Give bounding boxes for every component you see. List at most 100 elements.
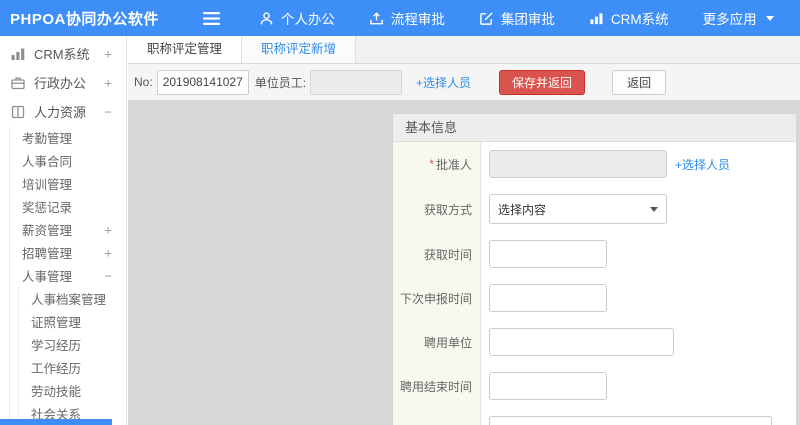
- sidebar-item-labor-skills[interactable]: 劳动技能: [19, 379, 126, 402]
- employee-label: 单位员工:: [254, 75, 307, 90]
- sidebar-item-personnel-files[interactable]: 人事档案管理: [19, 287, 126, 310]
- form-row-employ-end-time: 聘用结束时间: [393, 364, 796, 408]
- collapse-toggle-icon[interactable]: −: [104, 104, 112, 119]
- sidebar-item-salary[interactable]: 薪资管理 +: [10, 218, 126, 241]
- sidebar-item-recruitment[interactable]: 招聘管理 +: [10, 241, 126, 264]
- sidebar-item-label: 招聘管理: [22, 247, 73, 261]
- field-label: 批准人: [435, 157, 472, 172]
- acquire-method-label: 获取方式: [393, 186, 481, 232]
- sidebar-item-label: 人力资源: [34, 105, 87, 120]
- sidebar-item-label: 劳动技能: [31, 385, 82, 399]
- nav-item-label: 个人办公: [280, 12, 335, 27]
- field-label: 聘用结束时间: [399, 379, 472, 394]
- edit-square-icon: [479, 11, 494, 26]
- form-panel: 基本信息 * 批准人 +选择人员 获取方式 选择内容 获取时间 下次申报时间 聘…: [392, 113, 797, 425]
- nav-item-group-approval[interactable]: 集团审批: [462, 0, 572, 36]
- field-label: 下次申报时间: [399, 291, 472, 306]
- save-and-return-button[interactable]: 保存并返回: [499, 69, 586, 95]
- form-section-title: 基本信息: [393, 114, 796, 142]
- tab-title-eval-management[interactable]: 职称评定管理: [128, 36, 243, 63]
- approver-label: * 批准人: [393, 142, 481, 186]
- phpoa-app-window: PHPOA协同办公软件 个人办公 流程审批 集团审批 CRM系统 更多应用 CR…: [0, 0, 800, 425]
- sidebar-item-label: 人事档案管理: [31, 293, 107, 307]
- back-button[interactable]: 返回: [612, 69, 667, 95]
- sidebar-item-label: 薪资管理: [22, 224, 73, 238]
- expand-toggle-icon[interactable]: +: [104, 222, 112, 237]
- sidebar-item-label: CRM系统: [34, 47, 90, 62]
- sidebar-item-label: 人事管理: [22, 270, 73, 284]
- employer-label: 聘用单位: [393, 320, 481, 364]
- field-label: 获取方式: [423, 202, 472, 217]
- menu-toggle-icon[interactable]: [202, 11, 220, 25]
- sidebar-item-certificates[interactable]: 证照管理: [19, 310, 126, 333]
- top-header-bar: PHPOA协同办公软件 个人办公 流程审批 集团审批 CRM系统 更多应用: [0, 0, 800, 36]
- sidebar-item-label: 考勤管理: [22, 132, 73, 146]
- brand-logo: PHPOA协同办公软件: [10, 10, 159, 28]
- send-up-icon: [369, 11, 384, 26]
- sidebar-item-personnel[interactable]: 人事管理 −: [10, 264, 126, 287]
- next-apply-time-label: 下次申报时间: [393, 276, 481, 320]
- sidebar-item-crm[interactable]: CRM系统 +: [0, 39, 126, 68]
- form-row-detail: 评定详情: [393, 408, 796, 425]
- tab-title-eval-new[interactable]: 职称评定新增: [242, 36, 357, 63]
- form-row-approver: * 批准人 +选择人员: [393, 142, 796, 186]
- form-row-acquire-time: 获取时间: [393, 232, 796, 276]
- sidebar-item-selected-partial[interactable]: [0, 419, 112, 425]
- briefcase-icon: [10, 75, 26, 91]
- expand-toggle-icon[interactable]: +: [104, 75, 112, 90]
- employee-input: [310, 69, 403, 95]
- sidebar-item-hr[interactable]: 人力资源 −: [0, 97, 126, 126]
- sidebar-item-work-history[interactable]: 工作经历: [19, 356, 126, 379]
- acquire-time-label: 获取时间: [393, 232, 481, 276]
- tab-bar: 职称评定管理 职称评定新增: [128, 36, 800, 64]
- form-row-employer: 聘用单位: [393, 320, 796, 364]
- nav-item-label: CRM系统: [610, 12, 669, 27]
- main-area: 职称评定管理 职称评定新增 No: 单位员工: +选择人员 保存并返回 返回 基…: [128, 36, 800, 425]
- toolbar: No: 单位员工: +选择人员 保存并返回 返回: [128, 64, 800, 101]
- caret-down-icon: [765, 15, 774, 21]
- detail-textarea[interactable]: [489, 416, 772, 425]
- sidebar-item-label: 人事合同: [22, 155, 73, 169]
- caret-down-icon: [650, 206, 658, 212]
- next-apply-time-input[interactable]: [489, 284, 607, 312]
- nav-item-more-apps[interactable]: 更多应用: [686, 0, 791, 36]
- sidebar-item-hr-contract[interactable]: 人事合同: [10, 149, 126, 172]
- personnel-submenu: 人事档案管理 证照管理 学习经历 工作经历 劳动技能 社会关系: [18, 287, 126, 425]
- form-row-acquire-method: 获取方式 选择内容: [393, 186, 796, 232]
- nav-item-workflow-approval[interactable]: 流程审批: [352, 0, 462, 36]
- sidebar-item-rewards[interactable]: 奖惩记录: [10, 195, 126, 218]
- record-no-input[interactable]: [156, 69, 249, 95]
- sidebar-item-label: 证照管理: [31, 316, 82, 330]
- sidebar-item-admin-office[interactable]: 行政办公 +: [0, 68, 126, 97]
- sidebar-item-education-history[interactable]: 学习经历: [19, 333, 126, 356]
- select-person-link[interactable]: +选择人员: [416, 74, 471, 91]
- collapse-toggle-icon[interactable]: −: [104, 268, 112, 283]
- nav-item-crm-system[interactable]: CRM系统: [572, 0, 686, 36]
- nav-item-label: 流程审批: [390, 12, 445, 27]
- select-person-link[interactable]: +选择人员: [675, 156, 730, 173]
- expand-toggle-icon[interactable]: +: [104, 46, 112, 61]
- hr-submenu: 考勤管理 人事合同 培训管理 奖惩记录 薪资管理 + 招聘管理 + 人事管理 −: [9, 126, 126, 425]
- sidebar-item-label: 行政办公: [34, 76, 87, 91]
- employ-end-time-input[interactable]: [489, 372, 607, 400]
- sidebar-item-label: 培训管理: [22, 178, 73, 192]
- expand-toggle-icon[interactable]: +: [104, 245, 112, 260]
- acquire-method-select[interactable]: 选择内容: [489, 194, 667, 224]
- nav-item-personal-office[interactable]: 个人办公: [242, 0, 352, 36]
- sidebar-item-label: 工作经历: [31, 362, 82, 376]
- detail-label: 评定详情: [393, 408, 481, 425]
- form-row-next-apply-time: 下次申报时间: [393, 276, 796, 320]
- employer-input[interactable]: [489, 328, 674, 356]
- book-icon: [10, 104, 26, 120]
- record-no-label: No:: [134, 75, 153, 89]
- field-label: 获取时间: [423, 247, 472, 262]
- bar-chart-icon: [589, 11, 604, 26]
- approver-input: [489, 150, 667, 178]
- sidebar-item-attendance[interactable]: 考勤管理: [10, 126, 126, 149]
- sidebar-item-training[interactable]: 培训管理: [10, 172, 126, 195]
- select-value: 选择内容: [498, 202, 547, 217]
- bar-chart-icon: [10, 46, 26, 62]
- top-navigation: 个人办公 流程审批 集团审批 CRM系统 更多应用: [242, 0, 791, 36]
- sidebar: CRM系统 + 行政办公 + 人力资源 − 考勤管理 人事合同 培训管理 奖惩记…: [0, 36, 127, 425]
- acquire-time-input[interactable]: [489, 240, 607, 268]
